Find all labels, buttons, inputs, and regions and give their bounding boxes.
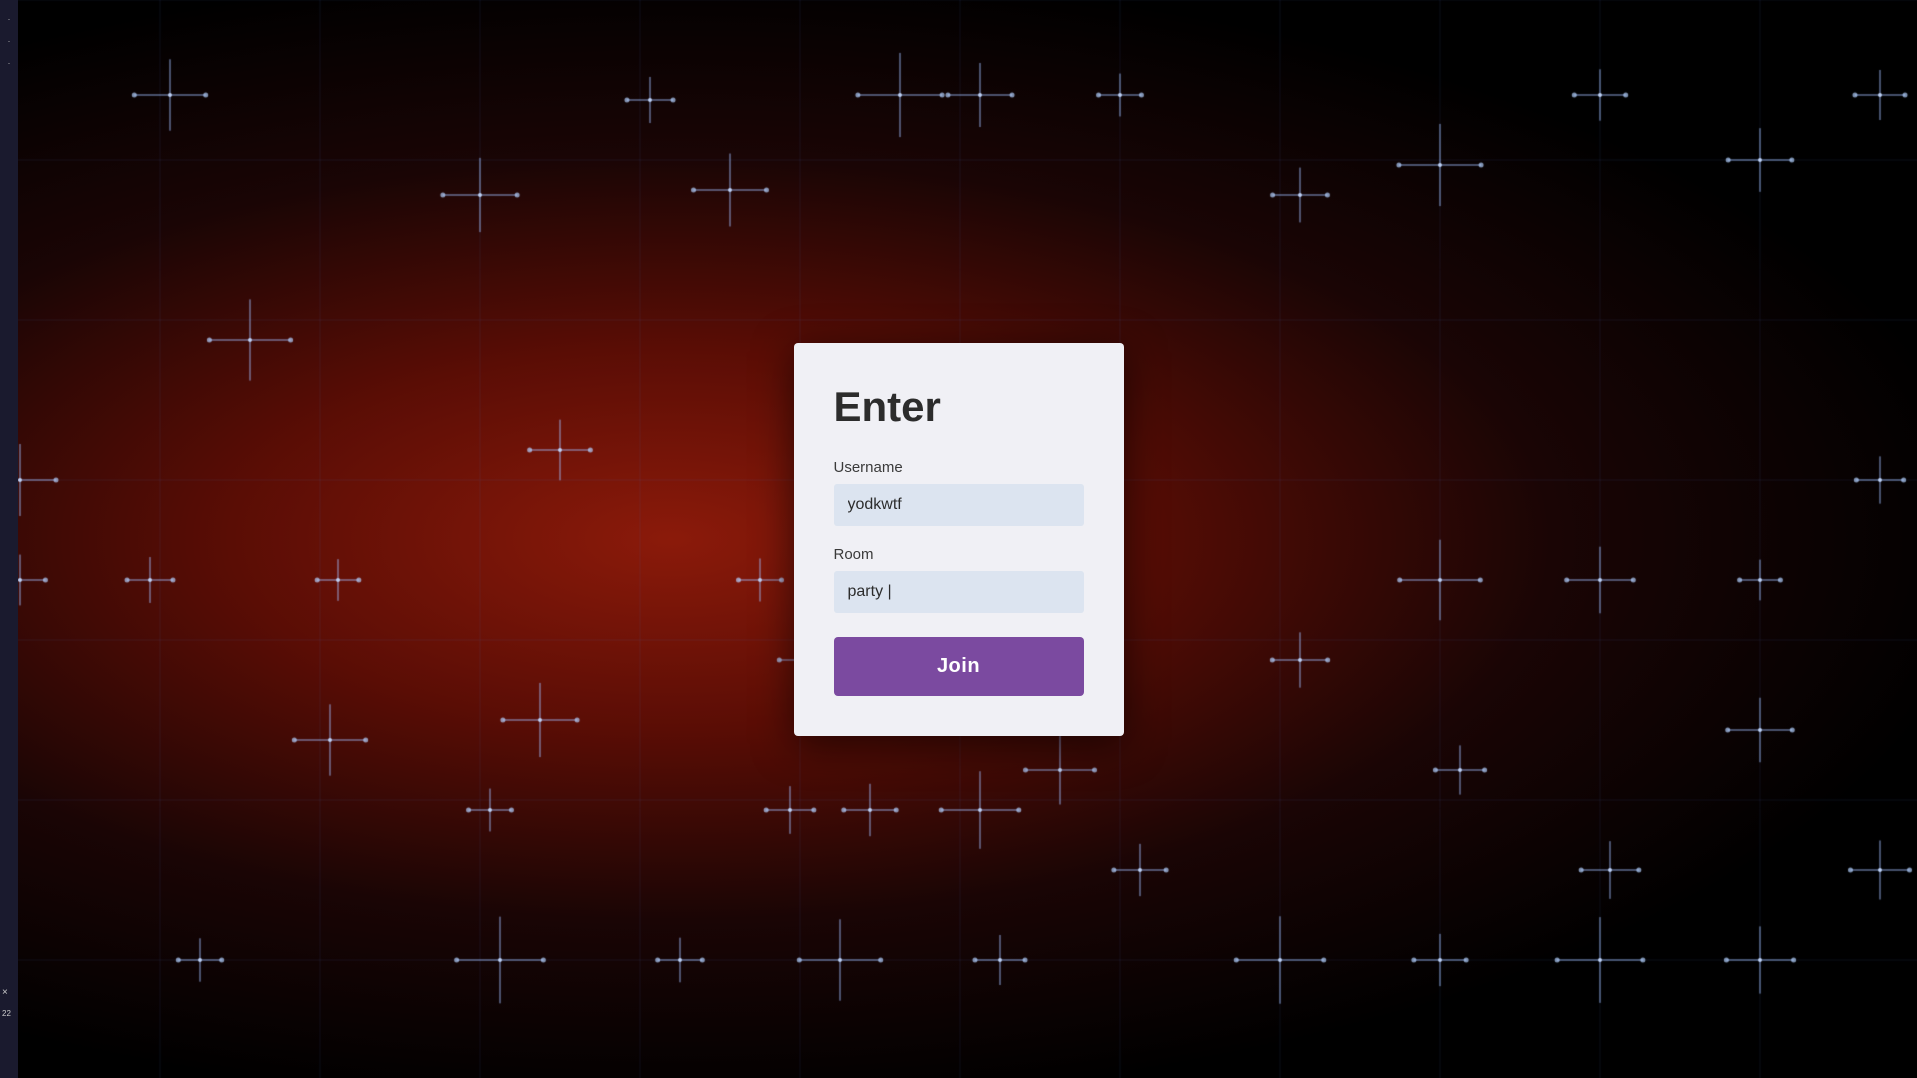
room-label: Room xyxy=(834,546,1084,563)
username-input[interactable] xyxy=(834,484,1084,526)
room-input[interactable] xyxy=(834,571,1084,613)
dialog-overlay: Enter Username Room Join xyxy=(0,0,1917,1078)
join-button[interactable]: Join xyxy=(834,637,1084,696)
username-label: Username xyxy=(834,459,1084,476)
dialog-title: Enter xyxy=(834,383,1084,431)
enter-dialog: Enter Username Room Join xyxy=(794,343,1124,736)
